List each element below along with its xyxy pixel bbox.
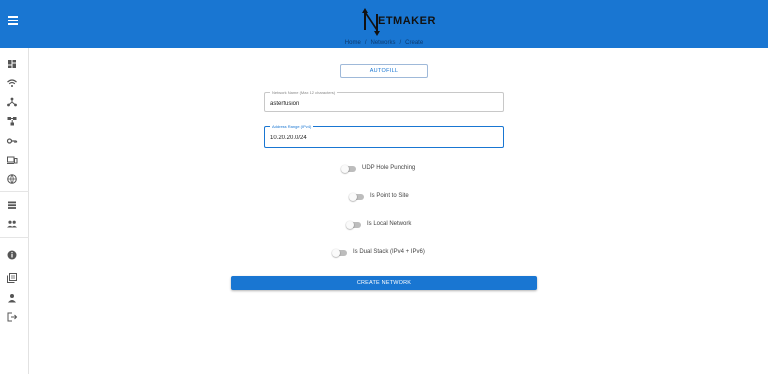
dashboard-icon[interactable]: [6, 58, 18, 70]
breadcrumb-separator: /: [364, 40, 367, 46]
sidebar: [0, 48, 29, 374]
toggle-knob: [346, 220, 354, 229]
network-name-field[interactable]: Network Name (Max 12 characters): [264, 90, 504, 112]
toggle-switch[interactable]: [332, 248, 347, 257]
breadcrumb: Home / Networks / Create: [0, 40, 768, 46]
toggle-label: Is Local Network: [367, 221, 412, 227]
toggle-switch[interactable]: [349, 192, 364, 201]
logout-icon[interactable]: [6, 311, 18, 323]
person-icon[interactable]: [6, 292, 18, 304]
devices-icon[interactable]: [6, 154, 18, 166]
sidebar-divider: [0, 237, 29, 238]
key-icon[interactable]: [6, 135, 18, 147]
breadcrumb-networks[interactable]: Networks: [370, 40, 395, 46]
network-name-input[interactable]: [270, 99, 490, 109]
toggle-knob: [332, 248, 340, 257]
globe-icon[interactable]: [6, 173, 18, 185]
breadcrumb-home[interactable]: Home: [345, 40, 361, 46]
create-network-button[interactable]: CREATE NETWORK: [231, 276, 537, 290]
info-icon[interactable]: [6, 249, 18, 261]
hosts-icon[interactable]: [6, 115, 18, 127]
toggle-knob: [341, 164, 349, 173]
breadcrumb-separator: /: [399, 40, 402, 46]
toggle-knob: [349, 192, 357, 201]
address-range-input[interactable]: [270, 133, 490, 143]
toggle-label: Is Dual Stack (IPv4 + IPv6): [353, 249, 425, 255]
wifi-icon[interactable]: [6, 77, 18, 89]
address-range-field[interactable]: Address Range (IPv4): [264, 124, 504, 148]
toggle-switch[interactable]: [346, 220, 361, 229]
nodes-icon[interactable]: [6, 96, 18, 108]
users-icon[interactable]: [6, 218, 18, 230]
breadcrumb-create[interactable]: Create: [405, 40, 423, 46]
network-name-label: Network Name (Max 12 characters): [270, 90, 338, 95]
toggle-switch[interactable]: [341, 164, 356, 173]
menu-icon[interactable]: [6, 13, 20, 27]
library-icon[interactable]: [6, 272, 18, 284]
toggle-label: Is Point to Site: [370, 193, 409, 199]
list-icon[interactable]: [6, 199, 18, 211]
address-range-label: Address Range (IPv4): [270, 124, 314, 129]
autofill-button[interactable]: AUTOFILL: [340, 64, 428, 78]
logo-text: ETMAKER: [378, 15, 436, 27]
toggle-label: UDP Hole Punching: [362, 165, 416, 171]
sidebar-divider: [0, 191, 29, 192]
app-bar: ETMAKER Home / Networks / Create: [0, 0, 768, 48]
